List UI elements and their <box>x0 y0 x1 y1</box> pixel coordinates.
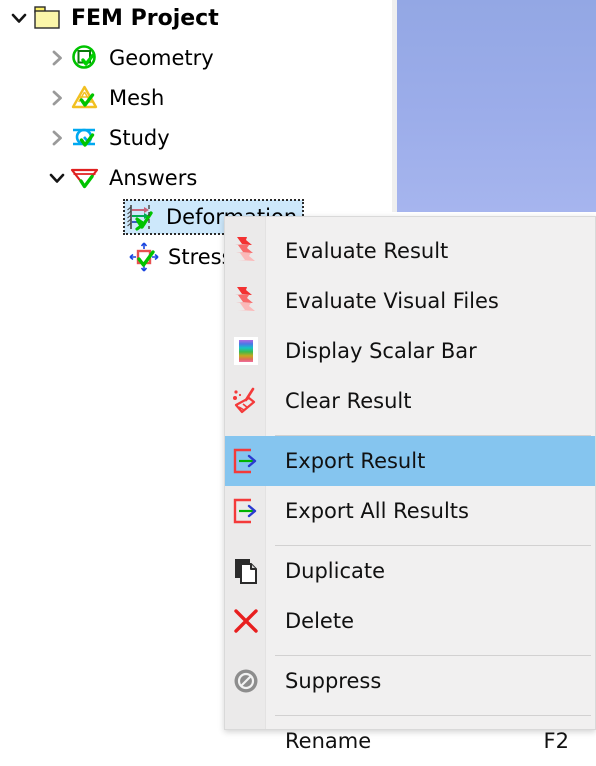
tree-row-stress[interactable]: Stress <box>124 239 233 275</box>
menu-item-suppress[interactable]: Suppress <box>225 656 595 706</box>
menu-item-display-scalar-bar[interactable]: Display Scalar Bar <box>225 326 595 376</box>
menu-pad <box>225 646 595 655</box>
menu-item-export-result[interactable]: Export Result <box>225 436 595 486</box>
mesh-icon <box>70 83 100 113</box>
menu-item-accelerator: F2 <box>543 729 569 753</box>
tree-row-root[interactable]: FEM Project <box>6 0 219 36</box>
broom-icon <box>225 376 266 426</box>
chevron-right-icon[interactable] <box>44 120 70 156</box>
tree-row-answers[interactable]: Answers <box>44 160 197 196</box>
study-icon <box>70 123 100 153</box>
export-arrow-icon <box>225 436 266 486</box>
stress-icon <box>129 242 159 272</box>
color-scalar-bar-icon <box>225 326 266 376</box>
menu-item-label: Export Result <box>285 449 426 473</box>
rename-icon-placeholder <box>225 716 266 766</box>
copy-icon <box>225 546 266 596</box>
tree-label-root: FEM Project <box>71 5 219 31</box>
deformation-icon <box>127 202 157 232</box>
menu-item-export-all-results[interactable]: Export All Results <box>225 486 595 536</box>
lightning-bolt-icon <box>225 226 266 276</box>
answers-icon <box>70 163 100 193</box>
menu-item-label: Evaluate Result <box>285 239 449 263</box>
tree-label-mesh: Mesh <box>109 86 165 110</box>
menu-item-label: Rename <box>285 729 372 753</box>
x-delete-icon <box>225 596 266 646</box>
menu-item-label: Suppress <box>285 669 382 693</box>
chevron-down-icon[interactable] <box>44 160 70 196</box>
tree-row-study[interactable]: Study <box>44 120 170 156</box>
tree-label-geometry: Geometry <box>109 46 214 70</box>
menu-item-label: Delete <box>285 609 354 633</box>
chevron-right-icon[interactable] <box>44 40 70 76</box>
folder-icon <box>32 3 62 33</box>
tree-label-stress: Stress <box>168 245 233 269</box>
tree-row-geometry[interactable]: Geometry <box>44 40 214 76</box>
3d-viewport[interactable] <box>397 0 596 212</box>
menu-item-label: Display Scalar Bar <box>285 339 477 363</box>
lightning-bolt-icon <box>225 276 266 326</box>
menu-item-clear-result[interactable]: Clear Result <box>225 376 595 426</box>
menu-item-duplicate[interactable]: Duplicate <box>225 546 595 596</box>
menu-top-padding <box>225 217 595 226</box>
geometry-icon <box>70 43 100 73</box>
no-entry-icon <box>225 656 266 706</box>
menu-item-label: Duplicate <box>285 559 386 583</box>
menu-item-label: Export All Results <box>285 499 469 523</box>
tree-label-answers: Answers <box>109 166 198 190</box>
export-arrow-icon <box>225 486 266 536</box>
menu-item-evaluate-result[interactable]: Evaluate Result <box>225 226 595 276</box>
menu-item-evaluate-visual-files[interactable]: Evaluate Visual Files <box>225 276 595 326</box>
chevron-down-icon[interactable] <box>6 0 32 36</box>
menu-item-delete[interactable]: Delete <box>225 596 595 646</box>
menu-item-label: Clear Result <box>285 389 412 413</box>
chevron-right-icon[interactable] <box>44 80 70 116</box>
menu-pad <box>225 426 595 435</box>
menu-pad <box>225 536 595 545</box>
tree-label-study: Study <box>109 126 170 150</box>
menu-item-label: Evaluate Visual Files <box>285 289 499 313</box>
tree-row-mesh[interactable]: Mesh <box>44 80 164 116</box>
result-context-menu[interactable]: Evaluate Result Evaluate Visual Files Di… <box>224 216 596 753</box>
menu-pad <box>225 706 595 715</box>
menu-item-rename[interactable]: Rename F2 <box>225 716 595 766</box>
